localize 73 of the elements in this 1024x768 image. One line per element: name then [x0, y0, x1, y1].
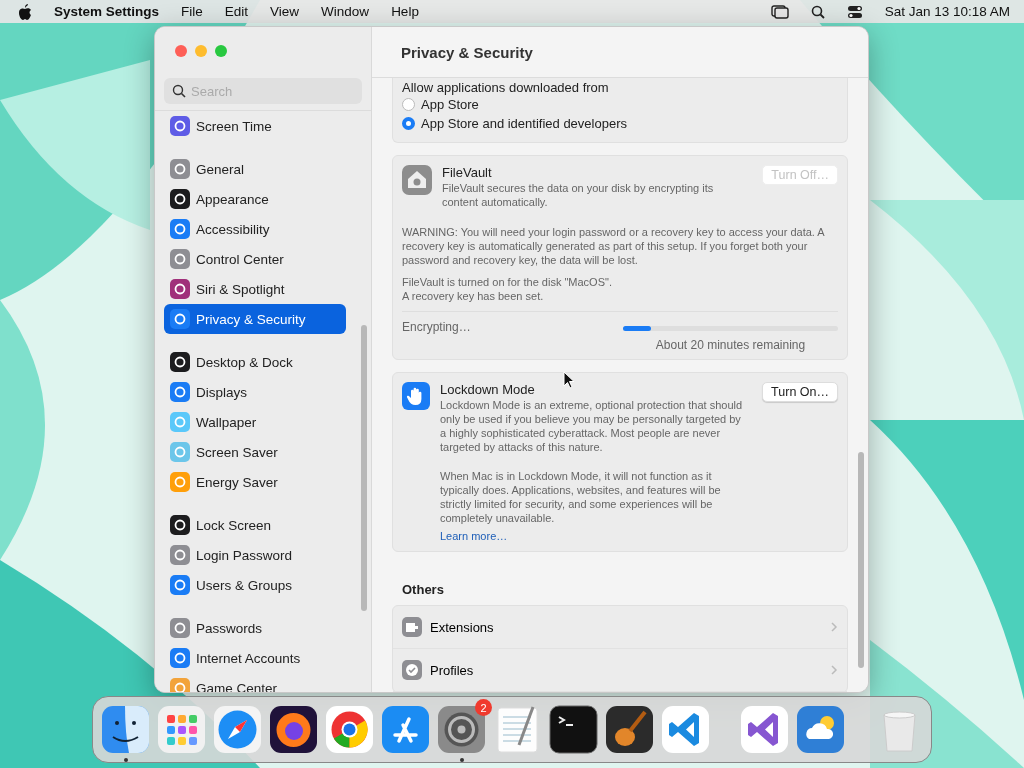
radio-button[interactable]: [402, 98, 415, 111]
status-text: A recovery key has been set.: [402, 289, 545, 303]
sidebar-item[interactable]: Wallpaper: [164, 407, 346, 437]
sidebar-item[interactable]: Energy Saver: [164, 467, 346, 497]
face-icon[interactable]: [101, 705, 150, 754]
gear-icon[interactable]: [437, 705, 486, 754]
wheel-icon[interactable]: [325, 705, 374, 754]
status-text: FileVault is turned on for the disk "MacOS".: [402, 275, 613, 289]
settings-row[interactable]: Profiles: [393, 649, 847, 692]
section-heading: Others: [401, 581, 445, 597]
sidebar-item[interactable]: Siri & Spotlight: [164, 274, 346, 304]
scrollbar-thumb[interactable]: [858, 452, 864, 668]
ribbon-icon[interactable]: [661, 705, 710, 754]
close-button[interactable]: [175, 45, 187, 57]
menu-item[interactable]: Edit: [224, 4, 249, 19]
guitar-icon[interactable]: [605, 705, 654, 754]
apple-icon[interactable]: [18, 3, 32, 20]
sidebar-item[interactable]: Displays: [164, 377, 346, 407]
section-title: FileVault: [442, 165, 493, 180]
sidebar-item[interactable]: General: [164, 154, 346, 184]
puzzle-icon: [402, 617, 422, 637]
cloud-icon[interactable]: [796, 705, 845, 754]
sidebar-item[interactable]: Desktop & Dock: [164, 347, 346, 377]
radio-label[interactable]: App Store: [421, 97, 479, 112]
sidebar-item[interactable]: Login Password: [164, 540, 346, 570]
ribbon-icon[interactable]: [740, 705, 789, 754]
sidebar-item[interactable]: Internet Accounts: [164, 643, 346, 673]
tools-icon[interactable]: [381, 705, 430, 754]
time-remaining: About 20 minutes remaining: [655, 338, 806, 352]
turn-on-button[interactable]: Turn On…: [762, 382, 838, 402]
chevron-icon: [830, 621, 838, 633]
terminal-icon[interactable]: [549, 705, 598, 754]
menu-item[interactable]: File: [181, 4, 203, 19]
sidebar-item[interactable]: Accessibility: [164, 214, 346, 244]
house-icon: [402, 165, 432, 195]
sidebar-item[interactable]: Control Center: [164, 244, 346, 274]
notification-badge: 2: [475, 699, 492, 716]
menu-item[interactable]: Help: [391, 4, 419, 19]
sidebar-item[interactable]: Appearance: [164, 184, 346, 214]
description: Lockdown Mode is an extreme, optional protection that should only be used if you believe you may be personally targeted by a highly sophisticated cyberattack. Most people are never targeted by attacks of this nature.: [440, 398, 744, 454]
cursor-icon: [563, 371, 575, 389]
menu-item[interactable]: Window: [321, 4, 370, 19]
radio-button[interactable]: [402, 117, 415, 130]
warning-text: WARNING: You will need your login password or a recovery key to access your data. A recovery key is automatically generated as part of this setup. If you forget both your password and recovery key, the data will be lost.: [402, 225, 826, 267]
grid-icon[interactable]: [157, 705, 206, 754]
sidebar-item[interactable]: Users & Groups: [164, 570, 346, 600]
settings-row[interactable]: Extensions: [393, 606, 847, 649]
checkmark-icon: [402, 660, 422, 680]
clock[interactable]: Sat Jan 13 10:18 AM: [884, 4, 1010, 19]
compass-icon[interactable]: [213, 705, 262, 754]
progress-label: Encrypting…: [402, 320, 471, 336]
section-title: Lockdown Mode: [440, 382, 536, 397]
sidebar-item[interactable]: Screen Time: [164, 111, 346, 141]
menu-item[interactable]: View: [270, 4, 300, 19]
sidebar-item[interactable]: Screen Saver: [164, 437, 346, 467]
orb-icon[interactable]: [269, 705, 318, 754]
search-icon: [172, 84, 186, 98]
toggles-icon[interactable]: [846, 4, 863, 19]
sidebar-item[interactable]: Passwords: [164, 613, 346, 643]
chevron-icon: [830, 664, 838, 676]
scrollbar-thumb[interactable]: [361, 325, 367, 611]
radio-group-label: Allow applications downloaded from: [402, 80, 610, 95]
sidebar-item[interactable]: Privacy & Security: [164, 304, 346, 334]
learn-more-link[interactable]: Learn more…: [440, 530, 508, 542]
description: FileVault secures the data on your disk by encrypting its content automatically.: [442, 181, 715, 209]
radio-label[interactable]: App Store and identified developers: [421, 116, 627, 131]
description: When Mac is in Lockdown Mode, it will not function as it typically does. Applications, websites, and features will be strictly limited for security, and some experiences will be completely unavailable.: [440, 469, 722, 525]
search-icon[interactable]: [810, 4, 825, 19]
hand-icon: [402, 382, 430, 410]
sidebar-item[interactable]: Lock Screen: [164, 510, 346, 540]
windows-icon[interactable]: [770, 4, 789, 19]
window-title: Privacy & Security: [401, 43, 533, 61]
app-menu[interactable]: System Settings: [54, 4, 160, 19]
